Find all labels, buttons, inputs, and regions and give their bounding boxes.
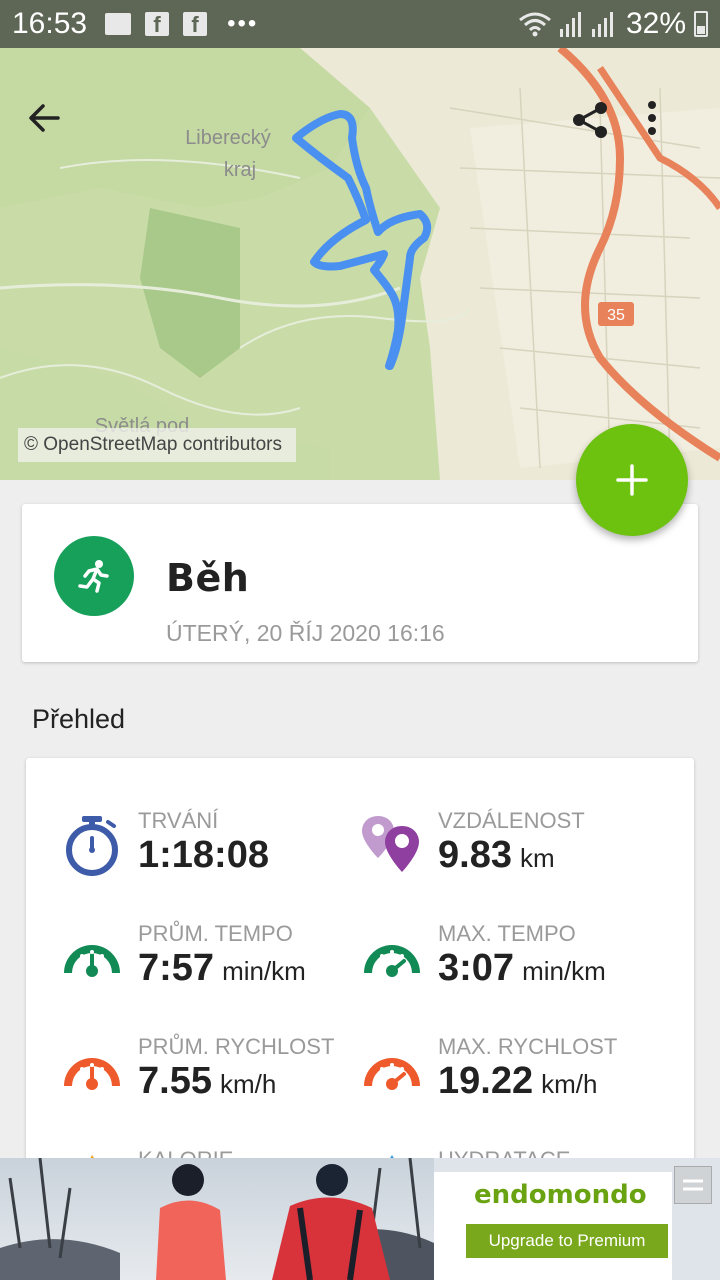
- speed-gauge-icon: [364, 1058, 420, 1090]
- stat-avg-speed: PRŮM. RYCHLOST 7.55 km/h: [60, 1034, 370, 1124]
- stat-distance: VZDÁLENOST 9.83 km: [360, 808, 670, 898]
- stat-avg-pace: PRŮM. TEMPO 7:57 min/km: [60, 921, 370, 1011]
- more-options-button[interactable]: [646, 100, 706, 160]
- ad-close-icon: [683, 1179, 703, 1191]
- activity-type-badge: [54, 536, 134, 616]
- svg-text:kraj: kraj: [224, 159, 256, 181]
- svg-text:Liberecký: Liberecký: [185, 127, 271, 149]
- stat-value: 3:07: [438, 947, 515, 989]
- route-map[interactable]: 35 Liberecký kraj Světlá pod: [0, 48, 720, 480]
- ad-promo-panel: endomondo Upgrade to Premium: [434, 1172, 672, 1280]
- more-vert-icon: [648, 101, 656, 135]
- stat-label: TRVÁNÍ: [138, 808, 219, 833]
- stat-label: PRŮM. TEMPO: [138, 921, 293, 946]
- add-fab-button[interactable]: [576, 424, 688, 536]
- stat-value: 9.83: [438, 834, 512, 876]
- stat-label: VZDÁLENOST: [438, 808, 585, 833]
- share-button[interactable]: [570, 100, 630, 160]
- stat-max-speed: MAX. RYCHLOST 19.22 km/h: [360, 1034, 670, 1124]
- facebook-icon: f: [183, 12, 208, 37]
- pace-gauge-icon: [64, 945, 120, 977]
- facebook-icon: f: [145, 12, 170, 37]
- status-time: 16:53: [12, 7, 88, 40]
- stat-value: 1:18:08: [138, 834, 269, 876]
- status-right: 32%: [518, 7, 708, 41]
- running-icon: [78, 560, 109, 593]
- signal-icon: [559, 12, 581, 37]
- endomondo-logo: endomondo: [474, 1180, 647, 1210]
- stat-duration: TRVÁNÍ 1:18:08: [60, 808, 370, 898]
- stat-value: 19.22: [438, 1060, 534, 1102]
- back-button[interactable]: [26, 100, 86, 160]
- road-number-label: 35: [607, 307, 625, 324]
- stat-label: MAX. TEMPO: [438, 921, 576, 946]
- stat-value: 7.55: [138, 1060, 212, 1102]
- upgrade-premium-button[interactable]: Upgrade to Premium: [466, 1224, 668, 1258]
- wifi-icon: [519, 12, 551, 37]
- stat-value: 7:57: [138, 947, 215, 989]
- ad-banner[interactable]: endomondo Upgrade to Premium: [0, 1158, 720, 1280]
- image-icon: [105, 13, 132, 35]
- pace-gauge-icon: [364, 945, 420, 977]
- arrow-back-icon: [29, 104, 60, 132]
- stat-unit: min/km: [522, 956, 606, 986]
- share-icon: [573, 102, 607, 138]
- stopwatch-icon: [66, 816, 118, 876]
- stat-label: MAX. RYCHLOST: [438, 1034, 618, 1059]
- overview-title: Přehled: [32, 704, 126, 734]
- speed-gauge-icon: [64, 1058, 120, 1090]
- stat-unit: min/km: [222, 956, 306, 986]
- ad-close-button[interactable]: [674, 1166, 712, 1204]
- signal-icon: [591, 12, 613, 37]
- ad-photo-illustration: [0, 1158, 434, 1280]
- activity-date: ÚTERÝ, 20 ŘÍJ 2020 16:16: [166, 620, 445, 646]
- plus-icon: [616, 464, 648, 496]
- stat-unit: km/h: [541, 1069, 598, 1099]
- map-attribution[interactable]: © OpenStreetMap contributors: [18, 428, 296, 462]
- overview-stats-card: TRVÁNÍ 1:18:08 VZDÁLENOST 9.83 km PRŮM. T…: [26, 758, 694, 1198]
- battery-icon: [694, 11, 708, 37]
- activity-title: Běh: [166, 556, 250, 600]
- activity-card: Běh ÚTERÝ, 20 ŘÍJ 2020 16:16: [22, 504, 698, 662]
- battery-percent: 32%: [625, 7, 686, 40]
- ad-runners-image: [0, 1158, 434, 1280]
- stat-unit: km: [519, 843, 555, 873]
- stat-label: PRŮM. RYCHLOST: [138, 1034, 335, 1059]
- location-pins-icon: [362, 816, 419, 872]
- stat-max-pace: MAX. TEMPO 3:07 min/km: [360, 921, 670, 1011]
- stat-unit: km/h: [219, 1069, 277, 1099]
- more-notifications-icon: •••: [227, 10, 259, 37]
- status-bar: 16:53 f f ••• 32%: [0, 0, 720, 48]
